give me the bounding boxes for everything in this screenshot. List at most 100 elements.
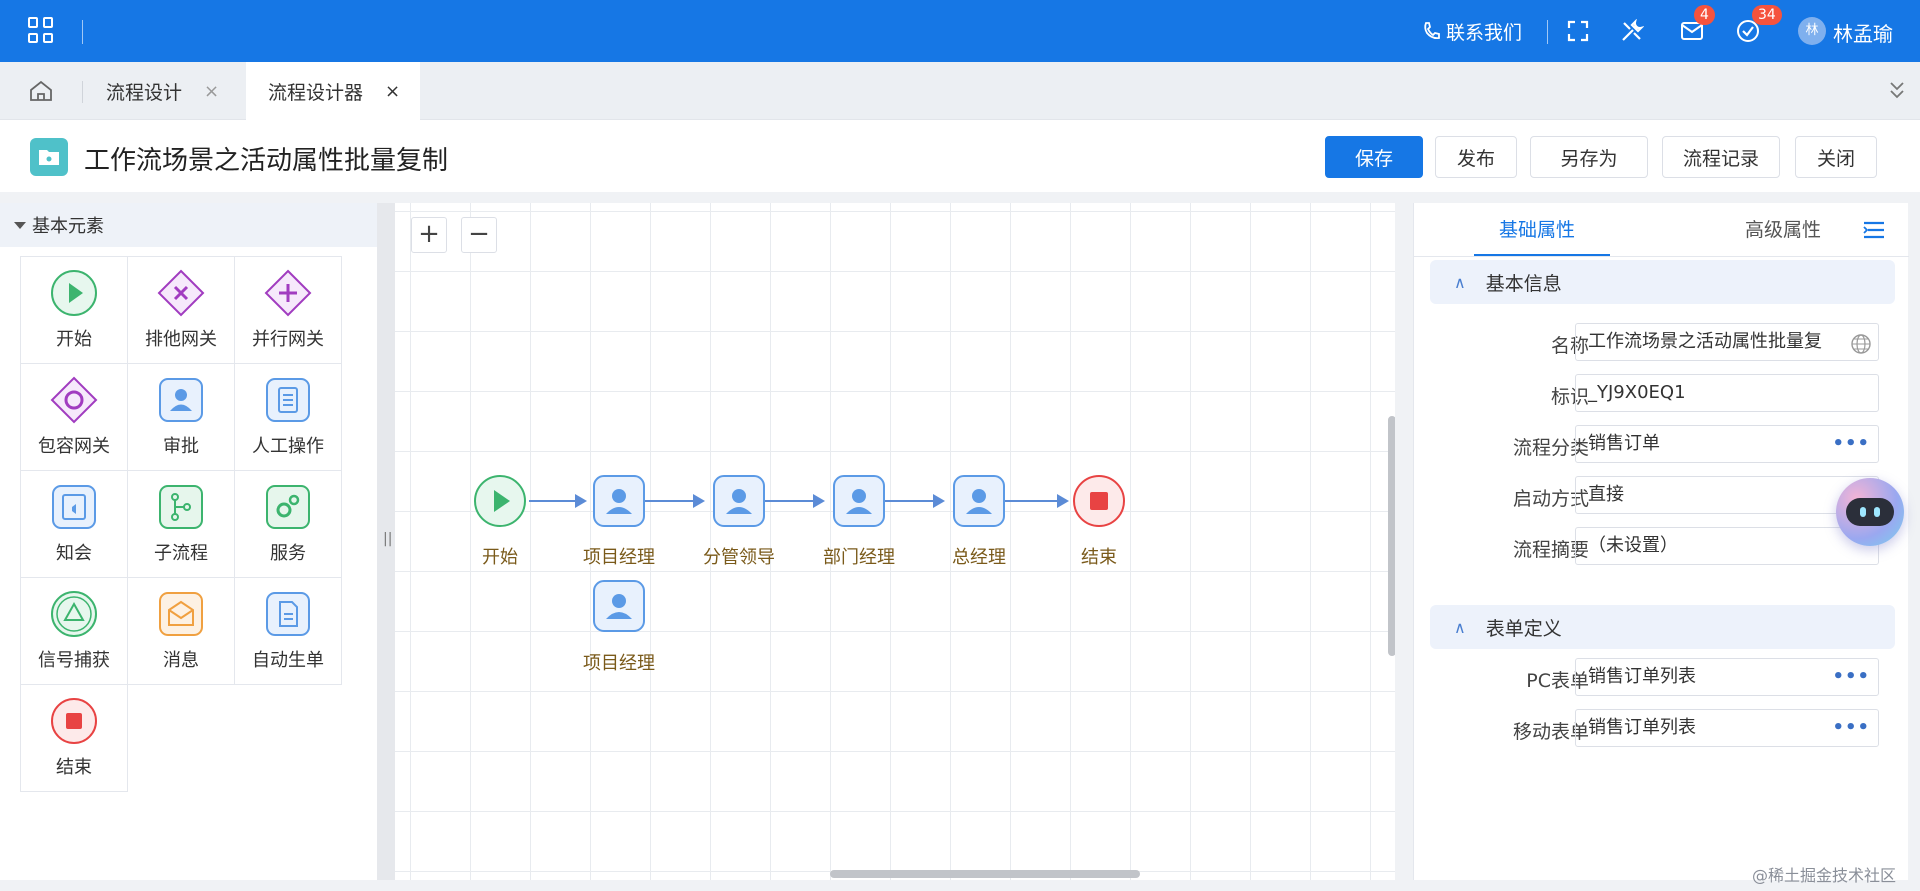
tab-basic-properties[interactable]: 基础属性 — [1499, 215, 1575, 242]
mobile-form-input[interactable]: 销售订单列表 ••• — [1575, 709, 1879, 747]
more-icon[interactable]: ••• — [1832, 426, 1870, 462]
manual-task-icon — [264, 376, 312, 424]
field-name: 名称 工作流场景之活动属性批量复 — [1414, 323, 1909, 363]
palette-item-parallel-gateway[interactable]: 并行网关 — [234, 256, 342, 364]
design-canvas[interactable]: + − 开始 项目经理 分管领导 部门经理 总经理 结束 项目经理 — [395, 203, 1395, 880]
assistant-robot-icon[interactable] — [1836, 478, 1904, 546]
field-summary: 流程摘要 （未设置） — [1414, 527, 1909, 567]
palette-item-label: 服务 — [270, 543, 306, 564]
horizontal-scrollbar[interactable] — [830, 870, 1140, 878]
more-icon[interactable]: ••• — [1832, 710, 1870, 746]
approval-icon — [157, 376, 205, 424]
contact-us-link[interactable]: 联系我们 — [1422, 18, 1522, 44]
node-label: 分管领导 — [703, 547, 775, 568]
parallel-gateway-icon — [264, 269, 312, 317]
zoom-out-button[interactable]: − — [461, 217, 497, 253]
close-button[interactable]: 关闭 — [1795, 136, 1877, 178]
palette-item-service[interactable]: 服务 — [234, 470, 342, 578]
tasks-badge: 34 — [1752, 5, 1782, 25]
message-icon — [157, 590, 205, 638]
palette-grid: 开始 排他网关 并行网关 包容网关 审批 人工操作 知会 子流程 服务 信号捕获… — [20, 256, 342, 792]
save-button[interactable]: 保存 — [1325, 136, 1423, 178]
key-input[interactable]: _YJ9X0EQ1 — [1575, 374, 1879, 412]
field-value: 直接 — [1588, 484, 1624, 505]
watermark: @稀土掘金技术社区 — [1752, 866, 1897, 885]
palette-item-inclusive-gateway[interactable]: 包容网关 — [20, 363, 128, 471]
flow-arrow[interactable] — [1005, 494, 1069, 508]
tools-icon[interactable] — [1617, 16, 1647, 46]
zoom-in-button[interactable]: + — [411, 217, 447, 253]
field-start-mode: 启动方式 直接 — [1414, 476, 1909, 516]
name-input[interactable]: 工作流场景之活动属性批量复 — [1575, 323, 1879, 361]
globe-icon[interactable] — [1850, 332, 1872, 360]
section-form-definition[interactable]: ∧ 表单定义 — [1430, 605, 1895, 649]
palette-item-end[interactable]: 结束 — [20, 684, 128, 792]
palette-section-header[interactable]: 基本元素 — [0, 203, 377, 247]
history-button[interactable]: 流程记录 — [1662, 136, 1780, 178]
palette-item-label: 人工操作 — [252, 436, 324, 457]
flow-arrow[interactable] — [765, 494, 825, 508]
flow-arrow[interactable] — [645, 494, 705, 508]
menu-icon[interactable] — [1862, 219, 1886, 246]
user-name[interactable]: 林孟瑜 — [1833, 18, 1893, 47]
palette-item-message[interactable]: 消息 — [127, 577, 235, 685]
app-menu-icon[interactable] — [28, 17, 54, 43]
fullscreen-icon[interactable] — [1563, 16, 1593, 46]
user-task-icon — [953, 475, 1005, 527]
start-node[interactable] — [473, 474, 527, 528]
task-node[interactable] — [592, 474, 646, 528]
folder-icon — [30, 138, 68, 176]
tab-process-design[interactable]: 流程设计 × — [106, 62, 219, 120]
tab-process-designer[interactable]: 流程设计器 × — [246, 62, 420, 120]
chevron-double-down-icon[interactable] — [1888, 80, 1906, 105]
palette-item-signal-catch[interactable]: 信号捕获 — [20, 577, 128, 685]
category-input[interactable]: 销售订单 ••• — [1575, 425, 1879, 463]
divider — [82, 81, 83, 103]
start-icon — [50, 269, 98, 317]
pc-form-input[interactable]: 销售订单列表 ••• — [1575, 658, 1879, 696]
palette-item-label: 并行网关 — [252, 329, 324, 350]
node-label: 部门经理 — [823, 547, 895, 568]
task-node[interactable] — [712, 474, 766, 528]
start-mode-select[interactable]: 直接 — [1575, 476, 1879, 514]
palette-item-approval[interactable]: 审批 — [127, 363, 235, 471]
task-node[interactable] — [832, 474, 886, 528]
task-node[interactable] — [592, 579, 646, 633]
save-as-button[interactable]: 另存为 — [1530, 136, 1648, 178]
palette-item-label: 审批 — [163, 436, 199, 457]
close-icon[interactable]: × — [385, 81, 400, 102]
field-category: 流程分类 销售订单 ••• — [1414, 425, 1909, 465]
avatar[interactable]: 林 — [1798, 17, 1826, 45]
palette-item-label: 排他网关 — [145, 329, 217, 350]
tab-label: 流程设计器 — [268, 81, 364, 104]
palette-item-auto-order[interactable]: 自动生单 — [234, 577, 342, 685]
user-task-icon — [713, 475, 765, 527]
field-value: 销售订单列表 — [1588, 666, 1696, 687]
flow-arrow[interactable] — [529, 494, 587, 508]
field-value: （未设置） — [1588, 535, 1678, 556]
palette-item-subprocess[interactable]: 子流程 — [127, 470, 235, 578]
palette-item-notify[interactable]: 知会 — [20, 470, 128, 578]
palette-item-label: 消息 — [163, 650, 199, 671]
palette-item-exclusive-gateway[interactable]: 排他网关 — [127, 256, 235, 364]
summary-input[interactable]: （未设置） — [1575, 527, 1879, 565]
more-icon[interactable]: ••• — [1832, 659, 1870, 695]
close-icon[interactable]: × — [204, 81, 219, 102]
task-node[interactable] — [952, 474, 1006, 528]
chevron-up-icon: ∧ — [1454, 272, 1466, 292]
home-tab[interactable] — [0, 62, 82, 120]
publish-button[interactable]: 发布 — [1435, 136, 1517, 178]
section-basic-info[interactable]: ∧ 基本信息 — [1430, 260, 1895, 304]
chevron-up-icon: ∧ — [1454, 617, 1466, 637]
notify-icon — [50, 483, 98, 531]
inclusive-gateway-icon — [50, 376, 98, 424]
vertical-scrollbar[interactable] — [1388, 416, 1395, 656]
palette-item-label: 开始 — [56, 329, 92, 350]
flow-arrow[interactable] — [885, 494, 945, 508]
palette-item-start[interactable]: 开始 — [20, 256, 128, 364]
palette-item-manual-task[interactable]: 人工操作 — [234, 363, 342, 471]
tab-advanced-properties[interactable]: 高级属性 — [1745, 215, 1821, 242]
field-key: 标识 _YJ9X0EQ1 — [1414, 374, 1909, 414]
end-node[interactable] — [1072, 474, 1126, 528]
panel-splitter[interactable]: || — [377, 203, 395, 880]
